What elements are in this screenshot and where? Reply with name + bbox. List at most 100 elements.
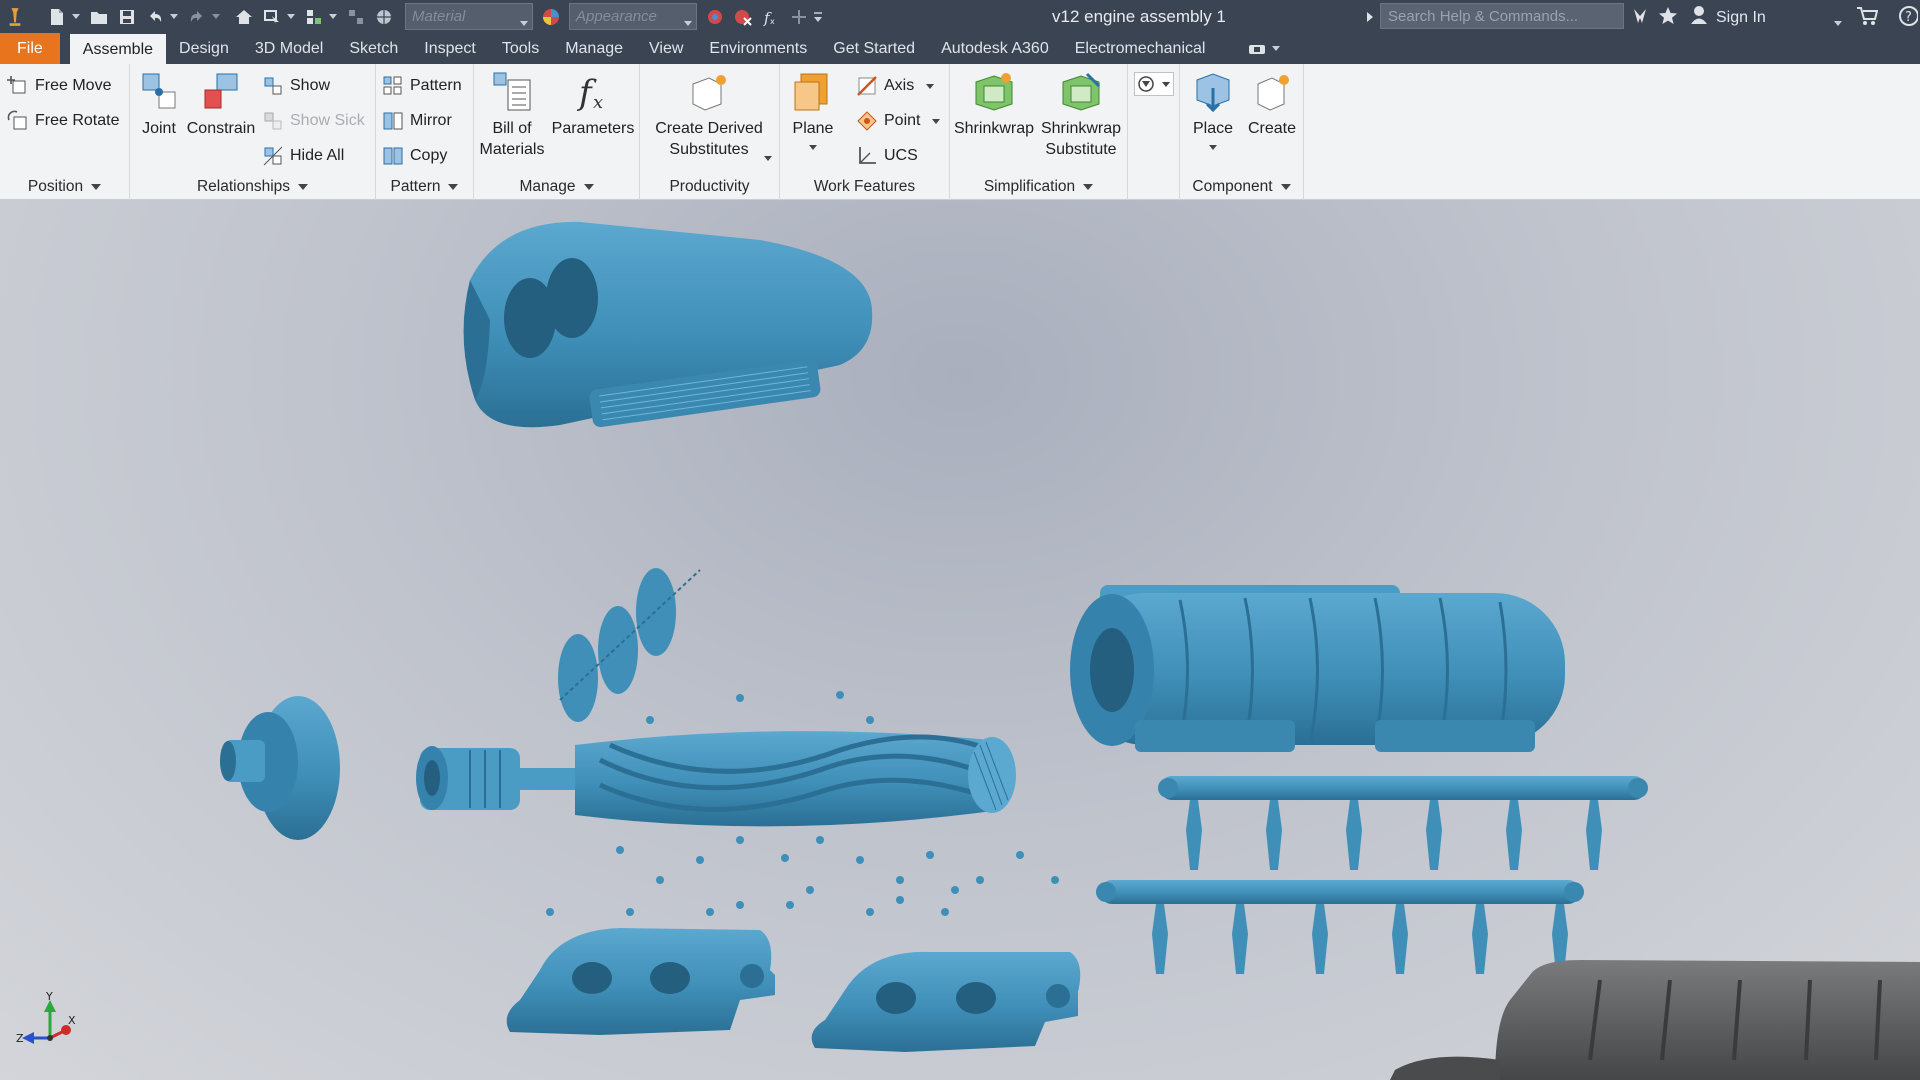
fuel-rail-upper-part[interactable]: [1158, 776, 1648, 870]
joint-label: Joint: [142, 120, 176, 137]
sign-in-button[interactable]: Sign In: [1690, 5, 1766, 30]
parameters-label: Parameters: [551, 120, 635, 137]
local-update-icon[interactable]: [345, 6, 367, 28]
open-folder-icon[interactable]: [88, 6, 110, 28]
sign-in-caret-icon[interactable]: [1834, 13, 1842, 31]
new-dropdown-caret[interactable]: [71, 6, 81, 28]
joint-button[interactable]: Joint: [134, 70, 184, 139]
undo-dropdown-caret[interactable]: [169, 6, 179, 28]
tab-3d-model[interactable]: 3D Model: [242, 33, 336, 64]
plane-button[interactable]: Plane: [784, 70, 842, 150]
globe-icon[interactable]: [373, 6, 395, 28]
update-dropdown-caret[interactable]: [328, 6, 338, 28]
create-derived-caret-icon[interactable]: [764, 148, 772, 166]
tab-file[interactable]: File: [0, 33, 60, 64]
select-dropdown-caret[interactable]: [286, 6, 296, 28]
show-button[interactable]: Show: [262, 73, 330, 99]
manifold-left-part[interactable]: [506, 928, 775, 1035]
panel-component-label[interactable]: Component: [1180, 176, 1303, 200]
update-icon[interactable]: [303, 6, 325, 28]
select-icon[interactable]: [261, 6, 283, 28]
manifold-right-part[interactable]: [811, 951, 1081, 1052]
store-cart-icon[interactable]: [1856, 6, 1879, 31]
panel-position-label[interactable]: Position: [0, 176, 129, 200]
productivity-label-text: Productivity: [669, 178, 750, 195]
help-icon[interactable]: ?: [1898, 5, 1919, 32]
intake-scoop-part[interactable]: [463, 221, 873, 428]
binoculars-icon[interactable]: [1630, 6, 1650, 31]
panel-simplification-label[interactable]: Simplification: [950, 176, 1127, 200]
bill-of-materials-button[interactable]: Bill of Materials: [476, 70, 548, 160]
tab-get-started[interactable]: Get Started: [820, 33, 928, 64]
engine-assembly-scene[interactable]: Z Y X: [0, 200, 1920, 1080]
favorites-star-icon[interactable]: [1658, 6, 1678, 31]
point-button[interactable]: Point: [856, 108, 941, 134]
appearance-combo[interactable]: Appearance: [569, 3, 697, 30]
tab-sketch[interactable]: Sketch: [336, 33, 411, 64]
panel-relationships-label[interactable]: Relationships: [130, 176, 375, 200]
constrain-button[interactable]: Constrain: [185, 70, 257, 139]
supercharger-housing-part[interactable]: [1070, 585, 1565, 752]
parameters-button[interactable]: fx Parameters: [550, 70, 636, 139]
search-expand-arrow-icon[interactable]: [1366, 10, 1374, 28]
bill-of-materials-icon: [490, 70, 534, 114]
work-features-label-text: Work Features: [813, 178, 916, 195]
tab-assemble[interactable]: Assemble: [69, 34, 167, 64]
tab-inspect[interactable]: Inspect: [411, 33, 489, 64]
tab-manage[interactable]: Manage: [552, 33, 636, 64]
clear-appearance-icon[interactable]: [732, 6, 754, 28]
mirror-button[interactable]: Mirror: [382, 108, 452, 134]
screw-rotor-part[interactable]: [416, 731, 1016, 827]
tab-environments[interactable]: Environments: [696, 33, 820, 64]
add-plus-icon[interactable]: [788, 6, 810, 28]
material-combo[interactable]: Material: [405, 3, 533, 30]
svg-text:x: x: [593, 92, 603, 113]
shrinkwrap-label: Shrinkwrap: [953, 120, 1035, 137]
tab-autodesk-a360[interactable]: Autodesk A360: [928, 33, 1062, 64]
redo-icon[interactable]: [186, 6, 208, 28]
appearance-sphere-icon[interactable]: [540, 6, 562, 28]
panel-manage-label[interactable]: Manage: [474, 176, 639, 200]
ucs-button[interactable]: UCS: [856, 143, 918, 169]
free-move-button[interactable]: Free Move: [7, 73, 111, 99]
graphics-viewport[interactable]: Z Y X: [0, 200, 1920, 1080]
redo-dropdown-caret[interactable]: [211, 6, 221, 28]
front-pulley-part[interactable]: [220, 696, 340, 840]
axis-button[interactable]: Axis: [856, 73, 935, 99]
tab-design[interactable]: Design: [166, 33, 242, 64]
home-icon[interactable]: [233, 6, 255, 28]
fuel-rail-lower-part[interactable]: [1096, 880, 1584, 974]
relationships-label-text: Relationships: [196, 178, 291, 195]
search-input[interactable]: Search Help & Commands...: [1380, 3, 1624, 29]
show-sick-button[interactable]: Show Sick: [262, 108, 365, 134]
extra-dropdown-button[interactable]: [1134, 72, 1174, 96]
create-derived-substitutes-button[interactable]: Create Derived Substitutes: [644, 70, 774, 160]
shrinkwrap-substitute-button[interactable]: Shrinkwrap Substitute: [1038, 70, 1124, 160]
ribbon-tab-bar: File Assemble Design 3D Model Sketch Ins…: [0, 33, 1920, 64]
panel-pattern-label[interactable]: Pattern: [376, 176, 473, 200]
hide-all-button[interactable]: Hide All: [262, 143, 344, 169]
undo-icon[interactable]: [144, 6, 166, 28]
function-fx-icon[interactable]: fx: [760, 6, 782, 28]
create-button[interactable]: Create: [1244, 70, 1300, 139]
app-logo-icon[interactable]: [4, 6, 26, 28]
tab-tools[interactable]: Tools: [489, 33, 552, 64]
shrinkwrap-button[interactable]: Shrinkwrap: [952, 70, 1036, 139]
customize-quick-access-caret[interactable]: [813, 6, 823, 28]
engine-block-part[interactable]: [1390, 960, 1920, 1080]
save-icon[interactable]: [116, 6, 138, 28]
tab-view[interactable]: View: [636, 33, 696, 64]
pattern-button[interactable]: Pattern: [382, 73, 462, 99]
adjust-appearance-icon[interactable]: [704, 6, 726, 28]
triad-y-label: Y: [45, 990, 53, 1003]
view-triad-icon[interactable]: Z Y X: [16, 990, 76, 1045]
tab-electromechanical[interactable]: Electromechanical: [1062, 33, 1219, 64]
drive-discs-part[interactable]: [558, 568, 701, 722]
free-rotate-button[interactable]: Free Rotate: [7, 108, 119, 134]
parameters-fx-icon: fx: [571, 70, 615, 114]
shrinkwrap-substitute-icon: [1059, 70, 1103, 114]
new-document-icon[interactable]: [46, 6, 68, 28]
place-button[interactable]: Place: [1186, 70, 1240, 150]
ribbon-display-toggle-icon[interactable]: [1248, 42, 1281, 56]
copy-button[interactable]: Copy: [382, 143, 447, 169]
